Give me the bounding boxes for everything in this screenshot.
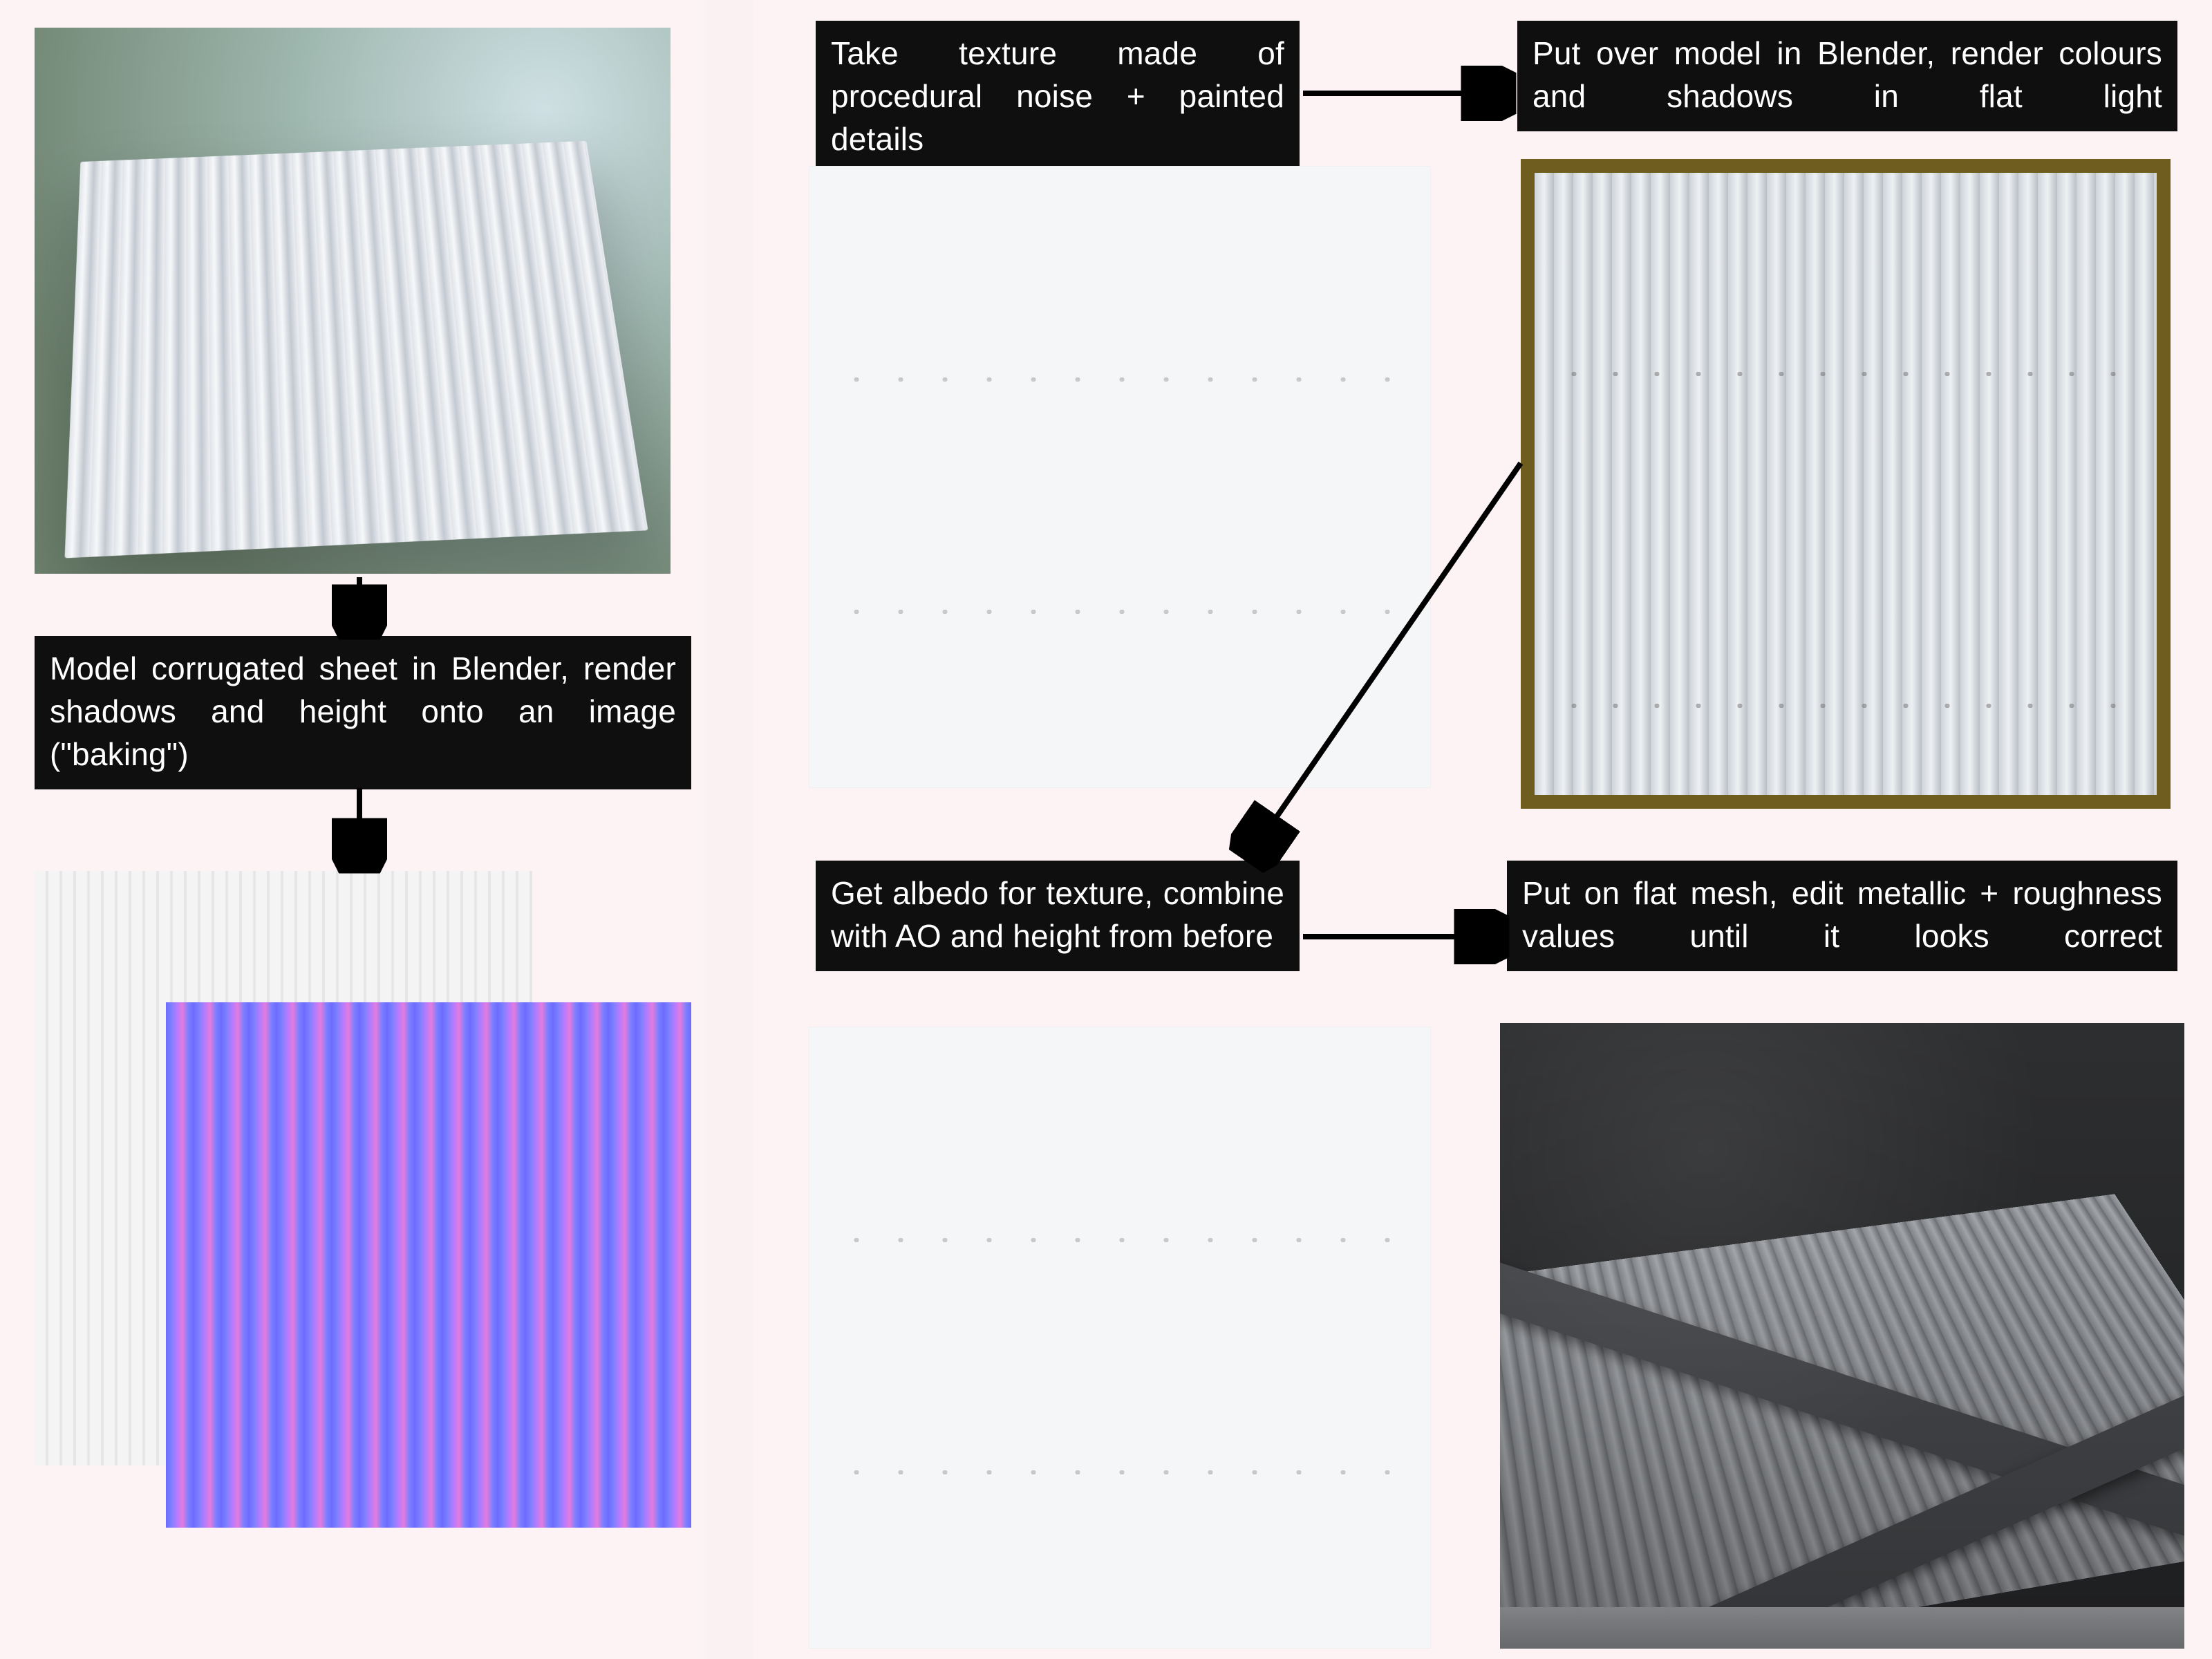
- caption-model-bake: Model corrugated sheet in Blender, rende…: [35, 636, 691, 789]
- caption-noise-texture: Take texture made of procedural noise + …: [816, 21, 1300, 174]
- caption-flat-render: Put over model in Blender, render colour…: [1517, 21, 2177, 131]
- render-corrugated-beauty: [35, 28, 671, 574]
- caption-final-render: Put on flat mesh, edit metallic + roughn…: [1507, 861, 2177, 971]
- final-beam: [1500, 1340, 2184, 1649]
- caption-albedo-combine: Get albedo for texture, combine with AO …: [816, 861, 1300, 971]
- final-floor: [1500, 1607, 2184, 1649]
- albedo-texture: [809, 1027, 1431, 1649]
- baked-normal-map: [166, 1002, 691, 1528]
- final-beam: [1500, 1259, 2184, 1582]
- procedural-noise-texture: [809, 166, 1431, 788]
- final-in-engine-render: [1500, 1023, 2184, 1649]
- flat-lit-render: [1521, 159, 2171, 809]
- final-roof: [1500, 1194, 2184, 1649]
- corrugated-sheet: [65, 141, 648, 559]
